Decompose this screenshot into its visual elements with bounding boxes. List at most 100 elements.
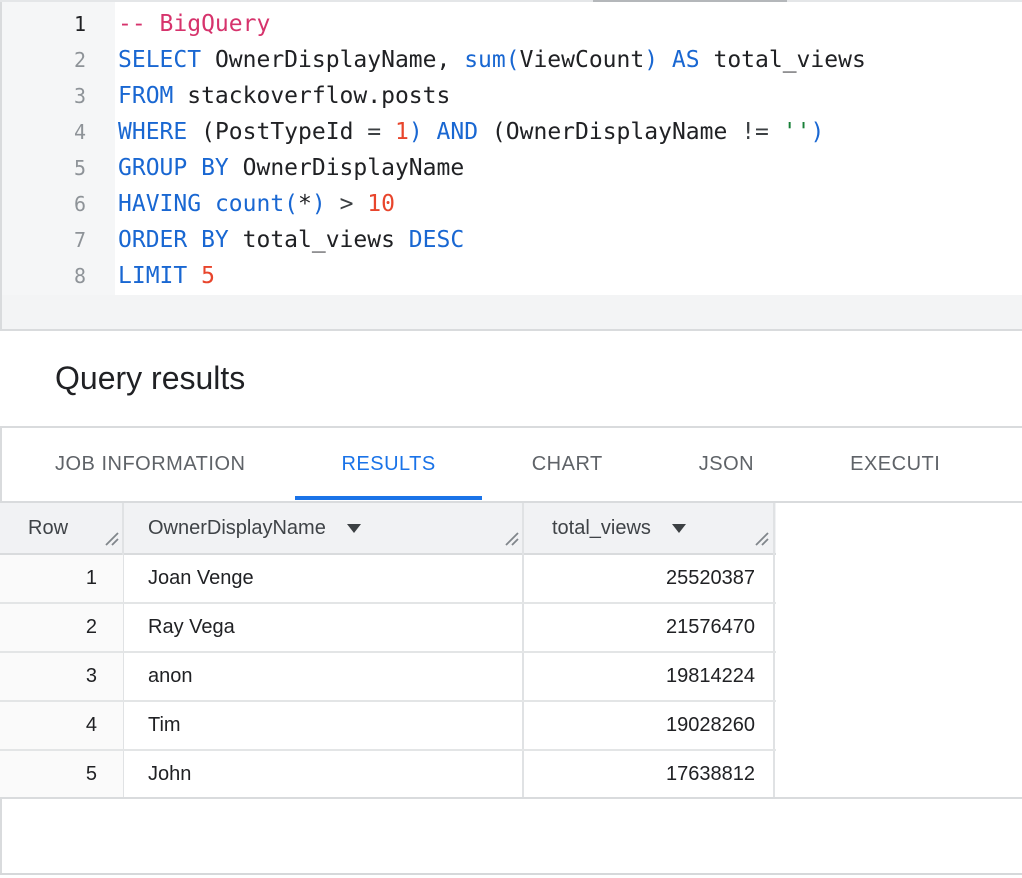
column-label: Row — [28, 503, 68, 553]
tab-job-information[interactable]: JOB INFORMATION — [7, 428, 293, 500]
line-number: 3 — [2, 78, 86, 114]
column-resize-handle-icon[interactable] — [103, 530, 119, 551]
line-number: 5 — [2, 150, 86, 186]
code-token: stackoverflow.posts — [173, 83, 450, 109]
owner-display-name-cell: Tim — [123, 702, 523, 749]
total-views-cell: 17638812 — [523, 751, 776, 798]
code-token: OwnerDisplayName — [229, 155, 464, 181]
code-token: total_views — [229, 227, 395, 253]
column-menu-arrow-icon[interactable] — [672, 524, 686, 533]
row-number-cell: 4 — [0, 702, 123, 749]
owner-display-name-cell: John — [123, 751, 523, 798]
tab-label: EXECUTI — [850, 453, 940, 476]
code-token: ) — [644, 47, 658, 73]
column-label: total_views — [552, 503, 651, 553]
tab-chart[interactable]: CHART — [484, 428, 651, 500]
code-token: WHERE — [118, 119, 187, 145]
results-table: Row OwnerDisplayName total_views 1Jo — [0, 501, 1022, 799]
table-row: 2Ray Vega21576470 — [0, 604, 776, 653]
line-numbers: 12345678 — [2, 6, 86, 294]
code-line[interactable]: SELECT OwnerDisplayName, sum(ViewCount) … — [118, 42, 866, 78]
code-token: SELECT — [118, 47, 201, 73]
code-token: LIMIT — [118, 263, 187, 289]
code-token: (PostTypeId — [187, 119, 367, 145]
line-number: 4 — [2, 114, 86, 150]
code-token: AS — [658, 47, 700, 73]
code-token: HAVING — [118, 191, 201, 217]
owner-display-name-cell: Ray Vega — [123, 604, 523, 651]
code-token: FROM — [118, 83, 173, 109]
bigquery-query-panel: 12345678 -- BigQuerySELECT OwnerDisplayN… — [0, 0, 1022, 878]
code-line[interactable]: -- BigQuery — [118, 6, 866, 42]
table-bottom-border — [0, 797, 1022, 799]
code-token: ) — [312, 191, 326, 217]
column-header-total-views: total_views — [523, 503, 776, 553]
code-token: ) — [409, 119, 423, 145]
row-number-cell: 1 — [0, 555, 123, 602]
code-token: 10 — [367, 191, 395, 217]
code-token: sum( — [464, 47, 519, 73]
code-token: OwnerDisplayName, — [201, 47, 450, 73]
row-number-cell: 3 — [0, 653, 123, 700]
code-token — [187, 263, 201, 289]
table-row: 1Joan Venge25520387 — [0, 555, 776, 604]
query-results-header: Query results — [0, 331, 1022, 426]
editor-bottom-strip — [2, 295, 1022, 329]
tab-label: JSON — [699, 453, 754, 476]
line-number: 6 — [2, 186, 86, 222]
code-line[interactable]: HAVING count(*) > 10 — [118, 186, 866, 222]
table-row: 4Tim19028260 — [0, 702, 776, 751]
code-token: = — [367, 119, 395, 145]
panel-bottom-border — [0, 873, 1022, 875]
code-token: > — [326, 191, 368, 217]
active-tab-underline — [295, 496, 481, 500]
row-number-cell: 5 — [0, 751, 123, 798]
row-number-cell: 2 — [0, 604, 123, 651]
code-token: * — [298, 191, 312, 217]
code-token: ViewCount — [520, 47, 645, 73]
tab-results[interactable]: RESULTS — [293, 428, 483, 500]
code-token: DESC — [395, 227, 464, 253]
line-number: 2 — [2, 42, 86, 78]
code-token: 5 — [201, 263, 215, 289]
code-token: AND — [423, 119, 478, 145]
code-line[interactable]: FROM stackoverflow.posts — [118, 78, 866, 114]
owner-display-name-cell: Joan Venge — [123, 555, 523, 602]
tab-label: CHART — [532, 453, 603, 476]
code-token: ORDER BY — [118, 227, 229, 253]
code-token: 1 — [395, 119, 409, 145]
code-line[interactable]: WHERE (PostTypeId = 1) AND (OwnerDisplay… — [118, 114, 866, 150]
code-token: (OwnerDisplayName — [478, 119, 741, 145]
line-number: 8 — [2, 258, 86, 294]
table-row: 5John17638812 — [0, 751, 776, 800]
code-token: -- BigQuery — [118, 11, 270, 37]
total-views-cell: 25520387 — [523, 555, 776, 602]
sql-code[interactable]: -- BigQuery SELECT OwnerDisplayName, sum(… — [118, 6, 866, 294]
table-row: 3anon19814224 — [0, 653, 776, 702]
line-number: 1 — [2, 6, 86, 42]
column-menu-arrow-icon[interactable] — [347, 524, 361, 533]
column-resize-handle-icon[interactable] — [503, 530, 519, 551]
line-number: 7 — [2, 222, 86, 258]
total-views-cell: 19028260 — [523, 702, 776, 749]
code-line[interactable]: GROUP BY OwnerDisplayName — [118, 150, 866, 186]
code-token: ) — [810, 119, 824, 145]
table-header-row: Row OwnerDisplayName total_views — [0, 503, 776, 555]
sql-editor[interactable]: 12345678 -- BigQuerySELECT OwnerDisplayN… — [2, 2, 1022, 295]
code-line[interactable]: LIMIT 5 — [118, 258, 866, 294]
column-label: OwnerDisplayName — [148, 503, 326, 553]
total-views-cell: 21576470 — [523, 604, 776, 651]
code-token: != — [741, 119, 783, 145]
code-line[interactable]: ORDER BY total_views DESC — [118, 222, 866, 258]
column-resize-handle-icon[interactable] — [753, 530, 769, 551]
code-token: '' — [783, 119, 811, 145]
column-header-ownerdisplayname: OwnerDisplayName — [123, 503, 523, 553]
tab-json[interactable]: JSON — [651, 428, 802, 500]
tab-executi[interactable]: EXECUTI — [802, 428, 988, 500]
query-results-title: Query results — [55, 331, 245, 426]
results-tab-bar: JOB INFORMATION RESULTS CHART JSON EXECUTI — [7, 428, 988, 500]
total-views-cell: 19814224 — [523, 653, 776, 700]
code-token: total_views — [700, 47, 866, 73]
tab-label: RESULTS — [341, 453, 435, 476]
table-body: 1Joan Venge255203872Ray Vega215764703ano… — [0, 555, 776, 800]
